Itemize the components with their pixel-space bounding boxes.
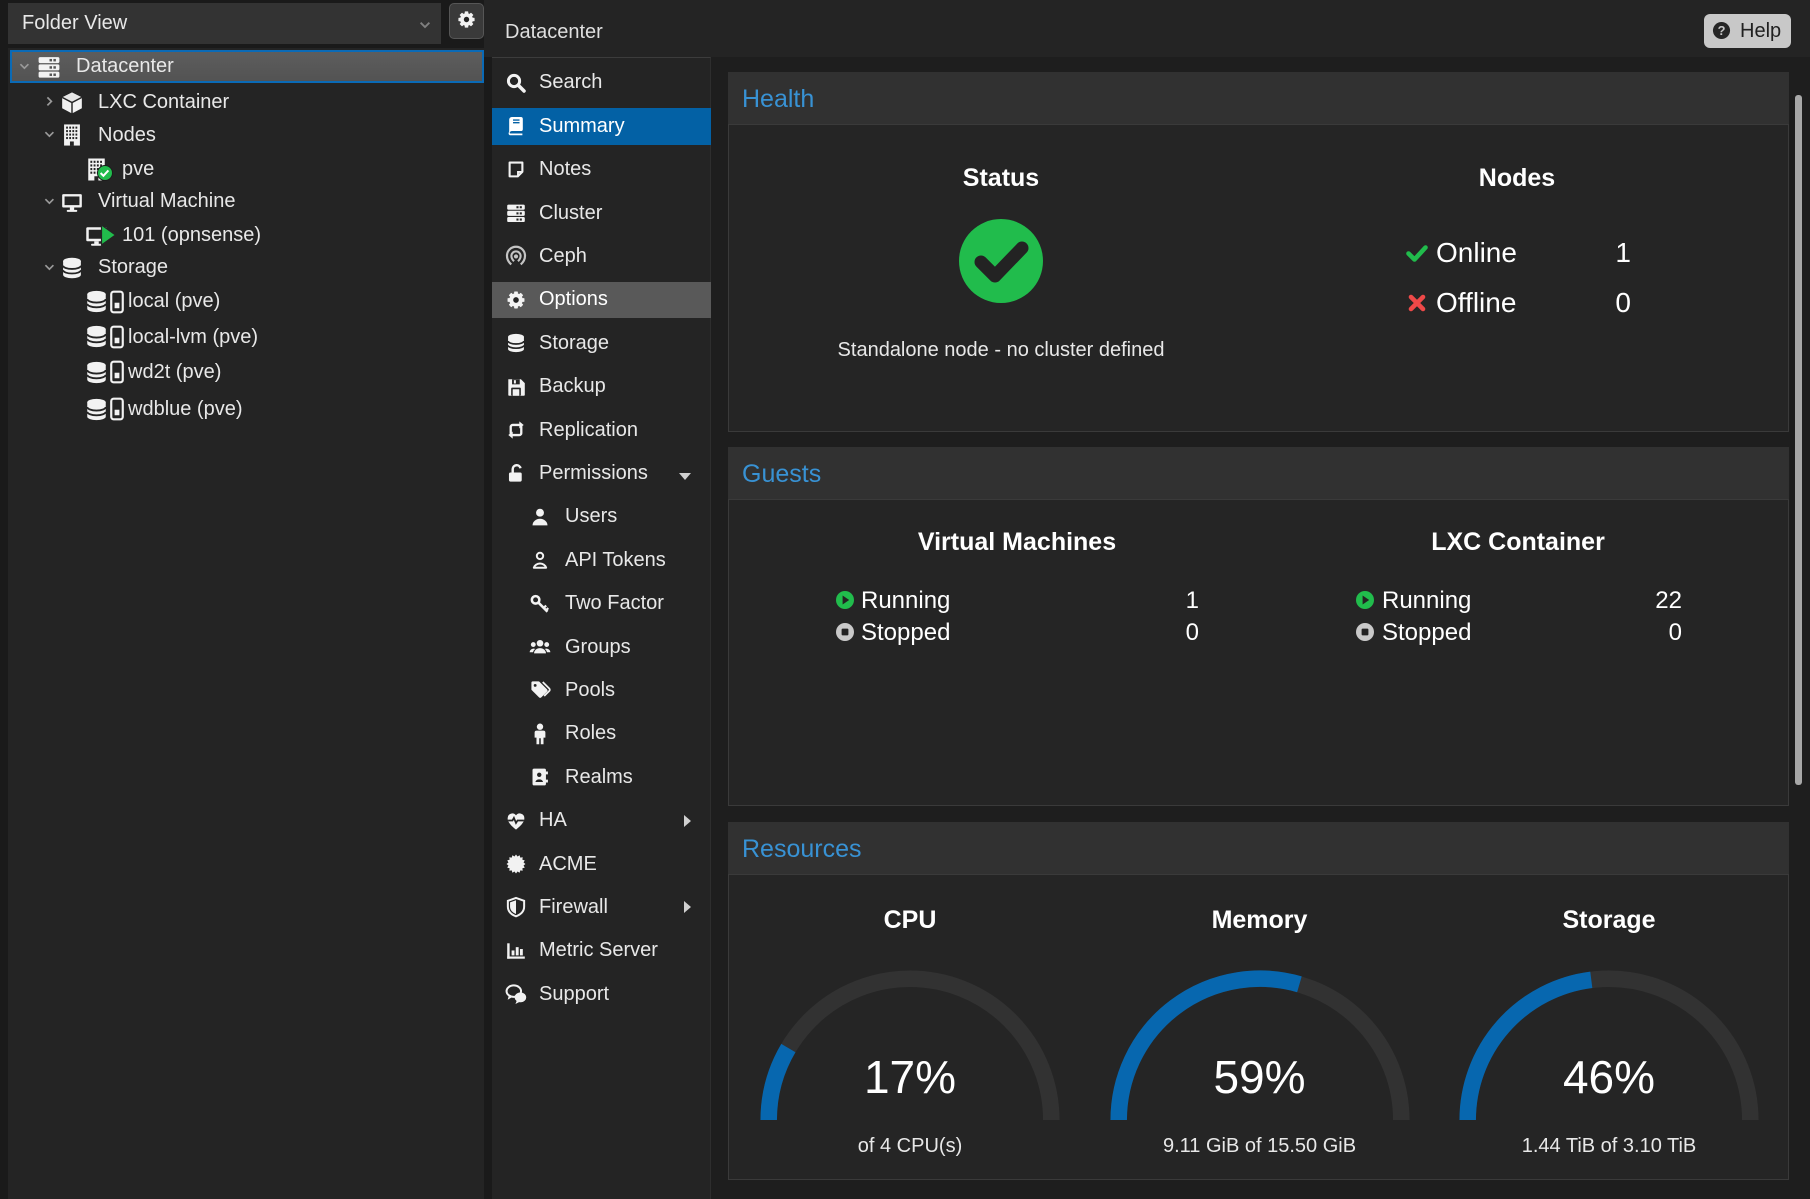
svg-text:?: ? (1718, 23, 1726, 38)
